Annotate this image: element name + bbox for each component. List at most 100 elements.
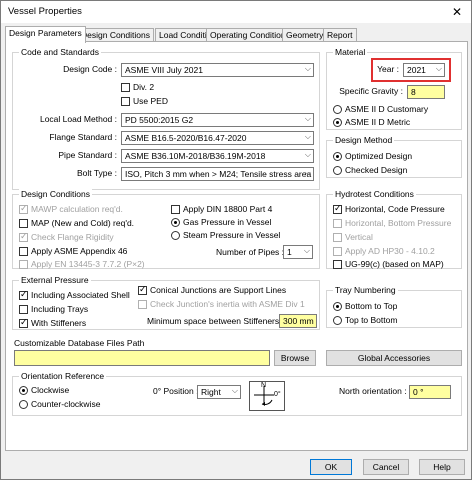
checked-radio[interactable]: Checked Design	[333, 165, 407, 175]
flange-rigidity-checkbox[interactable]: Check Flange Rigidity	[19, 231, 114, 242]
clockwise-radio[interactable]: Clockwise	[19, 385, 69, 395]
chevron-down-icon: ⌵	[303, 246, 310, 255]
code-standards-group: Code and Standards Design Code : ASME VI…	[12, 47, 320, 190]
div2-checkbox[interactable]: Div. 2	[121, 82, 154, 92]
material-group: Material Year : 2021 ⌵ Specific Gravity :…	[326, 47, 462, 130]
checkbox-box	[19, 304, 28, 314]
local-load-label: Local Load Method :	[39, 114, 117, 124]
local-load-select[interactable]: PD 5500:2015 G2 ⌵	[121, 113, 314, 127]
design-method-title: Design Method	[333, 135, 395, 145]
flange-standard-label: Flange Standard :	[49, 132, 117, 142]
vessel-properties-window: Vessel Properties ✕ Design Parameters De…	[0, 0, 472, 480]
tab-geometry[interactable]: Geometry	[282, 28, 328, 42]
position-label: 0° Position :	[153, 386, 199, 396]
gas-pressure-radio[interactable]: Gas Pressure in Vessel	[171, 217, 271, 227]
ug99-checkbox[interactable]: UG-99(c) (based on MAP)	[333, 259, 444, 269]
design-code-label: Design Code :	[63, 64, 117, 74]
checkbox-box	[19, 289, 28, 300]
stiffeners-checkbox[interactable]: With Stiffeners	[19, 317, 86, 328]
bolt-type-label: Bolt Type :	[76, 168, 117, 178]
radio-dot	[333, 104, 342, 114]
use-ped-checkbox[interactable]: Use PED	[121, 96, 168, 106]
bottom-to-top-radio[interactable]: Bottom to Top	[333, 301, 397, 311]
chevron-down-icon: ⌵	[304, 114, 311, 123]
window-title: Vessel Properties	[8, 6, 82, 17]
ad-hp30-checkbox[interactable]: Apply AD HP30 - 4.10.2	[333, 246, 435, 256]
tab-design-parameters[interactable]: Design Parameters	[5, 26, 86, 43]
chevron-down-icon: ⌵	[304, 132, 311, 141]
radio-dot	[19, 385, 28, 395]
conical-checkbox[interactable]: Conical Junctions are Support Lines	[138, 284, 286, 295]
checkbox-box	[19, 231, 28, 242]
map-checkbox[interactable]: MAP (New and Cold) req'd.	[19, 218, 134, 228]
close-icon[interactable]: ✕	[449, 4, 465, 20]
external-pressure-title: External Pressure	[19, 275, 91, 285]
database-title: Customizable Database Files Path	[14, 338, 145, 348]
design-code-select[interactable]: ASME VIII July 2021 ⌵	[121, 63, 314, 77]
checkbox-box	[19, 317, 28, 328]
checkbox-box	[19, 246, 28, 256]
tray-numbering-group: Tray Numbering Bottom to Top Top to Bott…	[326, 285, 462, 328]
min-space-label: Minimum space between Stiffeners :	[147, 316, 284, 326]
min-space-input[interactable]: 300 mm	[279, 314, 317, 328]
num-pipes-select[interactable]: 1 ⌵	[283, 245, 313, 259]
cancel-button[interactable]: Cancel	[363, 459, 409, 475]
help-button[interactable]: Help	[419, 459, 465, 475]
radio-dot	[333, 117, 342, 127]
steam-pressure-radio[interactable]: Steam Pressure in Vessel	[171, 230, 280, 240]
checkbox-box	[19, 218, 28, 228]
pipe-standard-select[interactable]: ASME B36.10M-2018/B36.19M-2018 ⌵	[121, 149, 314, 163]
checkbox-box	[121, 96, 130, 106]
checkbox-box	[19, 259, 28, 269]
tab-operating-conditions[interactable]: Operating Conditions	[206, 28, 294, 42]
optimized-radio[interactable]: Optimized Design	[333, 151, 412, 161]
browse-button[interactable]: Browse	[274, 350, 316, 366]
north-orientation-label: North orientation :	[339, 386, 407, 396]
din18800-checkbox[interactable]: Apply DIN 18800 Part 4	[171, 204, 272, 214]
appendix46-checkbox[interactable]: Apply ASME Appendix 46	[19, 246, 127, 256]
bolt-type-select[interactable]: ISO, Pitch 3 mm when > M24; Tensile stre…	[121, 167, 314, 181]
assoc-shell-checkbox[interactable]: Including Associated Shell	[19, 289, 130, 300]
customary-radio[interactable]: ASME II D Customary	[333, 104, 428, 114]
checkbox-box	[138, 284, 147, 295]
checkbox-box	[333, 232, 342, 242]
checkbox-box	[333, 218, 342, 228]
pipe-standard-label: Pipe Standard :	[58, 150, 117, 160]
vertical-checkbox[interactable]: Vertical	[333, 232, 373, 242]
north-orientation-input[interactable]: 0 °	[409, 385, 451, 399]
specific-gravity-input[interactable]: 8	[407, 85, 445, 99]
flange-standard-select[interactable]: ASME B16.5-2020/B16.47-2020 ⌵	[121, 131, 314, 145]
counter-clockwise-radio[interactable]: Counter-clockwise	[19, 399, 100, 409]
horizontal-bottom-checkbox[interactable]: Horizontal, Bottom Pressure	[333, 218, 451, 228]
trays-checkbox[interactable]: Including Trays	[19, 304, 88, 314]
global-accessories-button[interactable]: Global Accessories	[326, 350, 462, 366]
material-title: Material	[333, 47, 368, 57]
chevron-down-icon: ⌵	[304, 168, 311, 177]
ok-button[interactable]: OK	[310, 459, 352, 475]
design-conditions-group: Design Conditions MAWP calculation req'd…	[12, 189, 320, 269]
inertia-checkbox[interactable]: Check Junction's inertia with ASME Div 1	[138, 299, 305, 309]
design-code-value: ASME VIII July 2021	[125, 65, 203, 75]
radio-dot	[171, 217, 180, 227]
hydrotest-title: Hydrotest Conditions	[333, 189, 416, 199]
checkbox-box	[333, 203, 342, 214]
metric-radio[interactable]: ASME II D Metric	[333, 117, 410, 127]
checkbox-box	[171, 204, 180, 214]
tab-report[interactable]: Report	[323, 28, 357, 42]
chevron-down-icon: ⌵	[231, 386, 238, 395]
radio-dot	[333, 165, 342, 175]
en13445-checkbox[interactable]: Apply EN 13445-3 7.7.2 (P×2)	[19, 259, 145, 269]
horizontal-code-checkbox[interactable]: Horizontal, Code Pressure	[333, 203, 445, 214]
tab-design-conditions[interactable]: Design Conditions	[77, 28, 154, 42]
design-conditions-title: Design Conditions	[19, 189, 92, 199]
design-parameters-panel: Code and Standards Design Code : ASME VI…	[5, 41, 468, 451]
chevron-down-icon: ⌵	[304, 150, 311, 159]
checkbox-box	[19, 203, 28, 214]
mawp-checkbox[interactable]: MAWP calculation req'd.	[19, 203, 123, 214]
database-path-input[interactable]	[14, 350, 270, 366]
specific-gravity-label: Specific Gravity :	[339, 86, 403, 96]
checkbox-box	[138, 299, 147, 309]
orientation-group: Orientation Reference Clockwise Counter-…	[12, 371, 462, 416]
position-select[interactable]: Right ⌵	[197, 385, 241, 399]
top-to-bottom-radio[interactable]: Top to Bottom	[333, 315, 397, 325]
